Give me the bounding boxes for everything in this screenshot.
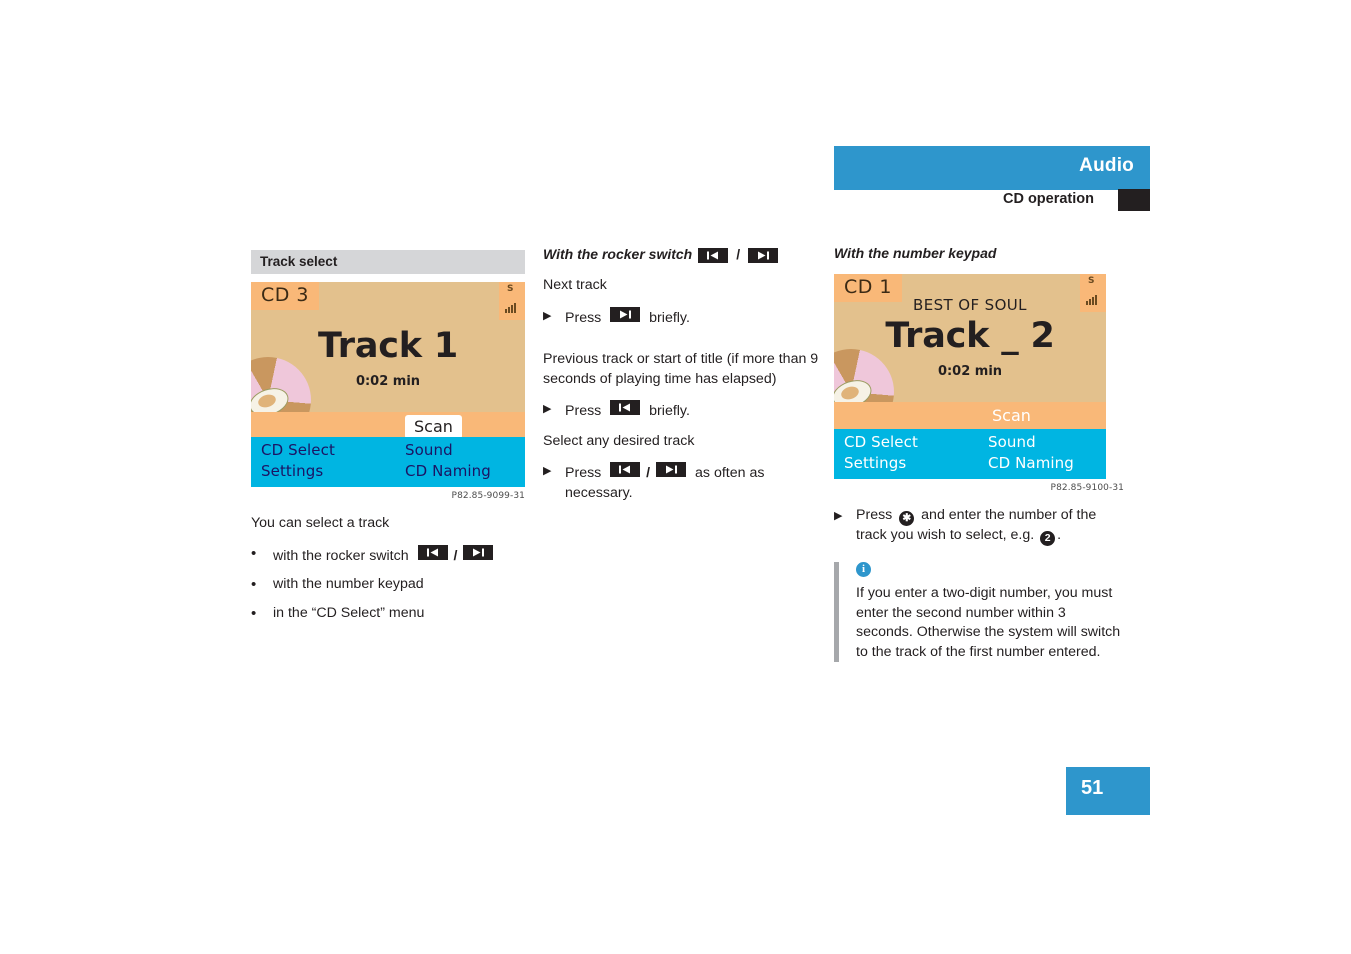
step-end: .	[1057, 527, 1062, 543]
bullet-icon: •	[251, 604, 257, 622]
right-column: With the number keypad CD 1 S BEST OF SO…	[834, 245, 1124, 662]
menu-item-cd-naming[interactable]: CD Naming	[988, 454, 1074, 472]
prev-track-icon[interactable]	[610, 462, 641, 477]
heading-label: With the rocker switch	[543, 246, 693, 262]
heading-label: With the number keypad	[834, 245, 997, 261]
heading-with-number-keypad: With the number keypad	[834, 245, 1124, 261]
menu-item-cd-naming[interactable]: CD Naming	[405, 462, 491, 480]
page-number: 51	[1081, 777, 1104, 799]
intro-text-left: You can select a track	[251, 515, 390, 531]
signal-strength-icon: S	[499, 282, 525, 320]
comand-display-left: CD 3 S Track 1 0:02 min Scan CD Select S…	[251, 282, 525, 487]
menu-item-sound[interactable]: Sound	[405, 441, 453, 459]
menu-item-settings[interactable]: Settings	[261, 462, 323, 480]
note-rule	[834, 562, 839, 662]
next-track-icon[interactable]	[656, 462, 687, 477]
page-number-badge: 51	[1066, 767, 1150, 815]
next-track-icon[interactable]	[463, 544, 494, 560]
step-previous-track: ▶ Press briefly.	[543, 399, 829, 422]
list-item-label: with the number keypad	[273, 576, 424, 592]
list-item: • with the rocker switch /	[251, 544, 525, 567]
label-select-any-track: Select any desired track	[543, 432, 695, 449]
number-key-2-icon[interactable]: 2	[1040, 531, 1056, 546]
bullet-icon: •	[251, 544, 257, 562]
step-tail: briefly.	[649, 403, 690, 419]
signal-letter: S	[507, 284, 514, 294]
bullet-icon: •	[251, 576, 257, 593]
info-icon: i	[856, 562, 871, 577]
section-title-track-select: Track select	[251, 250, 525, 274]
step-verb: Press	[565, 465, 602, 481]
header-subtitle: CD operation	[1002, 191, 1094, 207]
step-select-any-track: ▶ Press / as often as necessary.	[543, 461, 829, 503]
key-separator: /	[453, 547, 458, 564]
list-item: • in the “CD Select” menu	[251, 604, 525, 624]
heading-with-rocker-switch: With the rocker switch /	[543, 246, 829, 263]
label-previous-track: Previous track or start of title (if mor…	[543, 351, 819, 387]
step-verb: Press	[565, 309, 602, 326]
step-number-keypad: ▶ Press ✱ and enter the number of the tr…	[834, 506, 1124, 546]
album-title: BEST OF SOUL	[913, 296, 1027, 314]
page-title: Audio	[1079, 155, 1134, 176]
label-next-track: Next track	[543, 277, 607, 293]
step-arrow-icon: ▶	[543, 309, 552, 322]
menu-item-settings[interactable]: Settings	[844, 454, 906, 472]
step-arrow-icon: ▶	[543, 403, 552, 415]
step-tail: briefly.	[649, 309, 690, 326]
signal-letter: S	[1088, 276, 1095, 286]
note-text: If you enter a two-digit number, you mus…	[856, 585, 1121, 660]
scan-button[interactable]: Scan	[992, 406, 1031, 425]
step-verb: Press	[565, 403, 602, 419]
display-menu-bar: CD Select Sound Settings CD Naming	[834, 429, 1106, 479]
menu-item-cd-select[interactable]: CD Select	[844, 433, 918, 451]
menu-item-cd-select[interactable]: CD Select	[261, 441, 335, 459]
menu-item-sound[interactable]: Sound	[988, 433, 1036, 451]
prev-track-icon[interactable]	[698, 247, 729, 263]
next-track-icon[interactable]	[610, 306, 641, 322]
header-banner: Audio	[834, 146, 1150, 190]
chapter-tab-marker	[1118, 189, 1150, 211]
star-key-icon[interactable]: ✱	[899, 511, 915, 526]
middle-column: With the rocker switch / Next track ▶ Pr…	[543, 246, 829, 503]
scan-button[interactable]: Scan	[405, 415, 462, 439]
signal-bars	[505, 294, 517, 313]
key-separator: /	[646, 465, 651, 481]
figure-code-left: P82.85-9099-31	[451, 491, 525, 501]
display-menu-bar: CD Select Sound Settings CD Naming	[251, 437, 525, 487]
cd-number-badge: CD 3	[251, 282, 320, 310]
step-next-track: ▶ Press briefly.	[543, 306, 829, 329]
step-arrow-icon: ▶	[543, 465, 552, 477]
figure-code-right: P82.85-9100-31	[1050, 483, 1124, 493]
header-subtitle-row: CD operation	[834, 189, 1150, 212]
step-arrow-icon: ▶	[834, 510, 843, 522]
list-item: • with the number keypad	[251, 575, 525, 595]
key-separator: /	[736, 246, 741, 262]
step-verb: Press	[856, 507, 893, 523]
next-track-icon[interactable]	[748, 247, 779, 263]
info-note-box: i If you enter a two-digit number, you m…	[834, 562, 1124, 662]
left-column: Track select CD 3 S Track 1 0:02 min Sca…	[251, 250, 525, 623]
list-item-label: in the “CD Select” menu	[273, 604, 425, 621]
prev-track-icon[interactable]	[417, 544, 448, 560]
prev-track-icon[interactable]	[610, 400, 641, 415]
comand-display-right: CD 1 S BEST OF SOUL Track _ 2 0:02 min S…	[834, 274, 1106, 479]
list-item-label: with the rocker switch	[273, 547, 409, 564]
